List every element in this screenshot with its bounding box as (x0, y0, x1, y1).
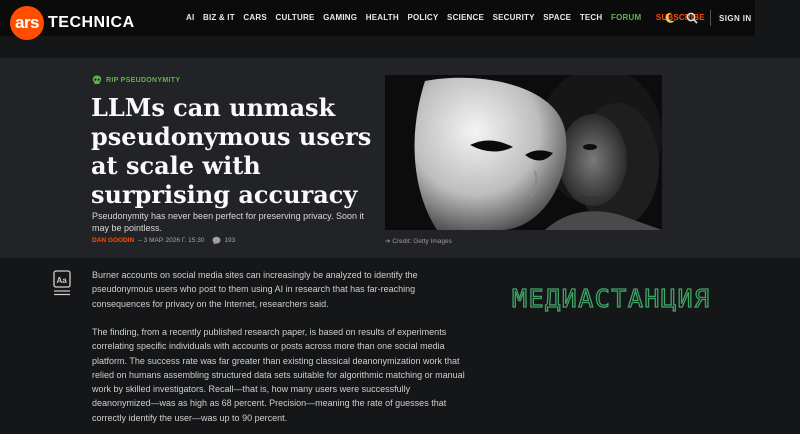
nav-item-cars[interactable]: CARS (243, 13, 266, 22)
image-credit: ➔ Credit: Getty Images (385, 237, 452, 245)
nav-item-space[interactable]: SPACE (543, 13, 571, 22)
nav-item-security[interactable]: SECURITY (493, 13, 535, 22)
comment-icon (212, 236, 221, 245)
article-title: LLMs can unmask pseudonymous users at sc… (91, 93, 372, 209)
nav-item-policy[interactable]: POLICY (407, 13, 438, 22)
main-nav: AI BIZ & IT CARS CULTURE GAMING HEALTH P… (186, 13, 713, 22)
watermark-text: МЕДИАСТАНЦИЯ (512, 284, 711, 313)
nav-item-gaming[interactable]: GAMING (323, 13, 357, 22)
comment-count: 193 (224, 237, 236, 244)
credit-text: Credit: Getty Images (392, 238, 452, 245)
article-paragraph: The finding, from a recently published r… (92, 327, 465, 423)
nav-item-ai[interactable]: AI (186, 13, 194, 22)
nav-item-culture[interactable]: CULTURE (275, 13, 314, 22)
nav-item-science[interactable]: SCIENCE (447, 13, 484, 22)
article-paragraph: Burner accounts on social media sites ca… (92, 270, 418, 309)
logo-mark: ars (10, 6, 44, 40)
moon-icon[interactable] (662, 10, 678, 26)
skull-icon (92, 75, 102, 84)
kicker-label: RIP PSEUDONYMITY (106, 76, 181, 84)
article-dek: Pseudonymity has never been perfect for … (92, 211, 364, 233)
article-kicker[interactable]: RIP PSEUDONYMITY (92, 75, 180, 85)
site-logo[interactable]: ars TECHNICA (10, 6, 135, 40)
text-settings-icon[interactable]: Aa (53, 270, 71, 296)
site-header: ars TECHNICA AI BIZ & IT CARS CULTURE GA… (0, 0, 755, 40)
svg-text:Aa: Aa (57, 276, 68, 285)
article-byline: DAN GOODIN – 3 МАР. 2026 Г. 15:30 193 (92, 236, 235, 245)
publish-date: – 3 МАР. 2026 Г. 15:30 (138, 237, 205, 244)
author-link[interactable]: DAN GOODIN (92, 237, 134, 244)
nav-item-forum[interactable]: FORUM (611, 13, 641, 22)
header-divider (710, 10, 711, 26)
comments-link[interactable]: 193 (212, 236, 235, 245)
logo-wordmark: TECHNICA (48, 14, 135, 31)
search-icon[interactable] (684, 10, 700, 26)
nav-item-biz-it[interactable]: BIZ & IT (203, 13, 235, 22)
header-tools: SIGN IN (662, 10, 752, 26)
sign-in-link[interactable]: SIGN IN (719, 14, 752, 23)
lead-image[interactable] (385, 75, 662, 230)
watermark: МЕДИАСТАНЦИЯ (511, 283, 711, 313)
nav-item-health[interactable]: HEALTH (366, 13, 399, 22)
nav-item-tech[interactable]: TECH (580, 13, 603, 22)
